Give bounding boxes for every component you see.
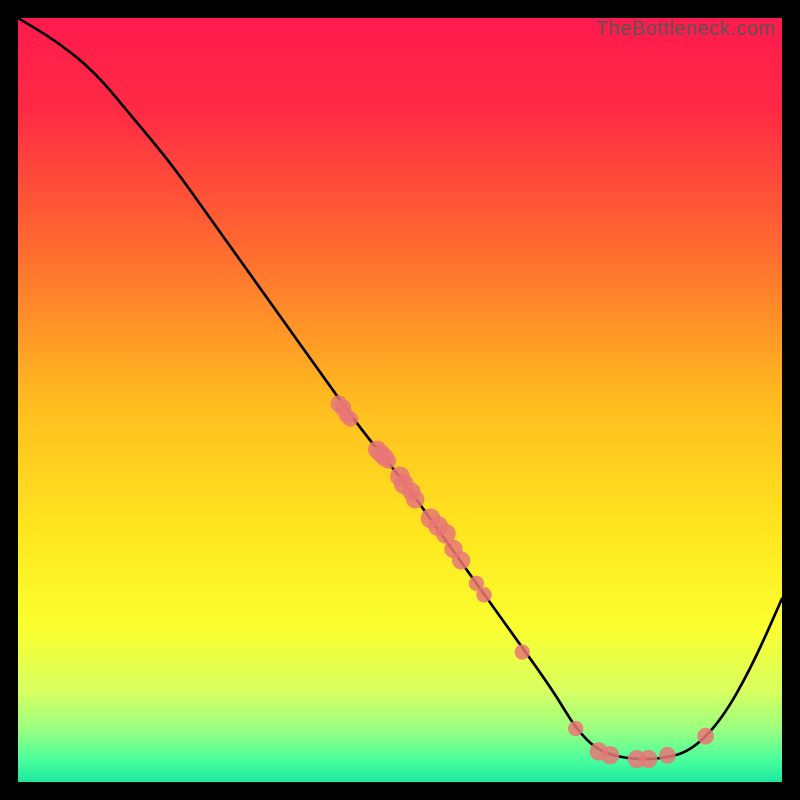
chart-frame: TheBottleneck.com — [0, 0, 800, 800]
watermark-text: TheBottleneck.com — [596, 18, 776, 41]
chart-svg — [18, 18, 782, 782]
data-point — [381, 453, 396, 468]
data-point — [515, 644, 530, 659]
data-point — [659, 747, 676, 764]
data-point — [476, 587, 491, 602]
data-point — [601, 746, 619, 764]
plot-area: TheBottleneck.com — [18, 18, 782, 782]
data-point — [343, 411, 358, 426]
data-point — [697, 728, 714, 745]
gradient-background — [18, 18, 782, 782]
data-point — [406, 490, 424, 508]
data-point — [639, 750, 657, 768]
data-point — [452, 551, 470, 569]
data-point — [568, 721, 583, 736]
